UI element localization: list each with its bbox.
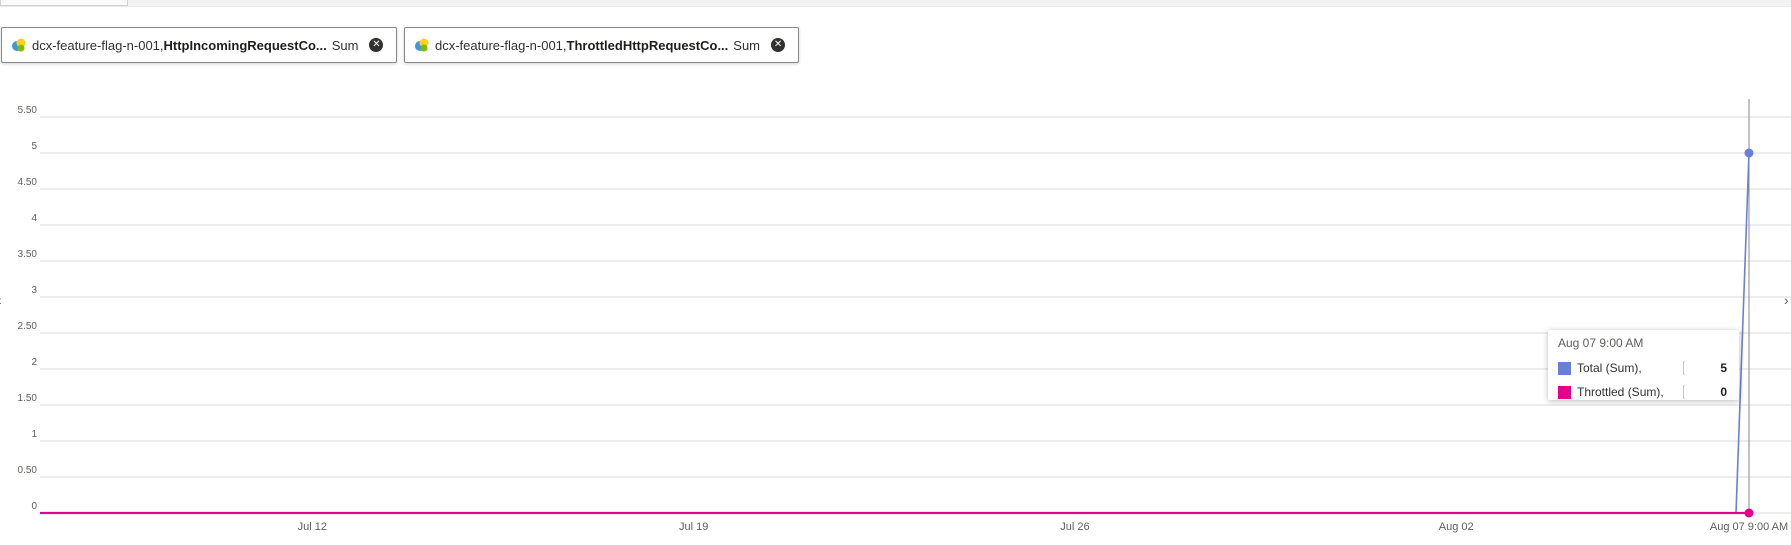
tooltip-row-total: Total (Sum), 5	[1558, 356, 1727, 380]
series-point-total	[1744, 148, 1754, 158]
tooltip-title: Aug 07 9:00 AM	[1558, 336, 1644, 350]
series-point-throttled	[1744, 508, 1754, 518]
y-tick-label: 0	[31, 501, 37, 512]
tooltip-separator	[1683, 361, 1684, 375]
y-tick-label: 2	[31, 357, 37, 368]
chevron-right-icon[interactable]: ›	[1784, 292, 1789, 308]
line-chart: 0 0.50 1 1.50 2 2.50 3 3.50 4 4.50 5 5.50 Jul 12 Jul …	[18, 99, 1791, 533]
y-tick-label: 4.50	[18, 177, 38, 188]
y-tick-label: 1.50	[18, 393, 38, 404]
tooltip-label: Throttled (Sum),	[1577, 385, 1664, 399]
tooltip-value: 0	[1720, 385, 1727, 399]
tooltip-value: 5	[1720, 361, 1727, 375]
y-tick-label: 0.50	[18, 465, 38, 476]
chevron-left-icon[interactable]: ‹	[0, 292, 2, 308]
x-tick-label: Aug 02	[1439, 521, 1474, 533]
y-tick-label: 5.50	[18, 105, 38, 116]
tooltip-swatch-throttled	[1558, 385, 1571, 399]
x-tick-label: Jul 26	[1060, 521, 1089, 533]
tooltip-label: Total (Sum),	[1577, 361, 1642, 375]
tooltip-swatch-total	[1558, 361, 1571, 375]
x-tick-label: Aug 07 9:00 AM	[1710, 521, 1788, 533]
chart-tooltip: Aug 07 9:00 AM Total (Sum), 5 Throttled …	[1548, 330, 1739, 400]
tooltip-row-throttled: Throttled (Sum), 0	[1558, 380, 1727, 404]
y-tick-label: 4	[31, 213, 37, 224]
y-tick-label: 3.50	[18, 249, 38, 260]
y-tick-label: 3	[31, 285, 37, 296]
y-tick-label: 2.50	[18, 321, 38, 332]
tooltip-separator	[1683, 385, 1684, 399]
y-tick-label: 5	[31, 141, 37, 152]
x-tick-label: Jul 19	[679, 521, 708, 533]
x-tick-label: Jul 12	[298, 521, 327, 533]
y-tick-label: 1	[31, 429, 37, 440]
